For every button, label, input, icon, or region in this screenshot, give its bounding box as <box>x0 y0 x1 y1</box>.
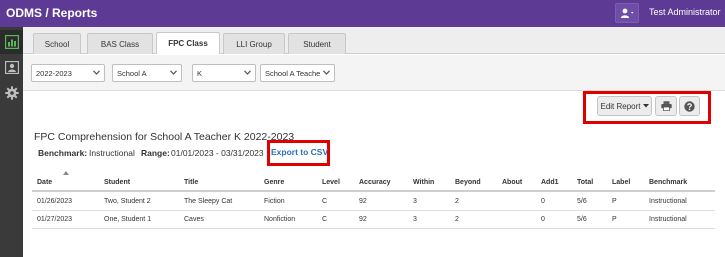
tab-lli-group[interactable]: LLI Group <box>223 33 285 54</box>
sort-ascending-icon <box>63 171 69 175</box>
left-sidebar <box>0 27 23 257</box>
cell-total: 5/6 <box>577 216 587 223</box>
printer-icon <box>660 101 672 111</box>
rail-item-reports[interactable] <box>0 30 23 54</box>
school-select-value: School A <box>117 68 147 78</box>
column-header-label[interactable]: Label <box>612 179 630 186</box>
grade-select-value: K <box>197 68 203 78</box>
column-header-benchmark[interactable]: Benchmark <box>649 179 687 186</box>
column-header-accuracy[interactable]: Accuracy <box>359 179 391 186</box>
top-navbar: ODMS / Reports Test Administrator <box>0 0 725 27</box>
column-header-total[interactable]: Total <box>577 179 593 186</box>
cell-level: C <box>322 216 328 223</box>
tab-school[interactable]: School <box>33 33 81 54</box>
cell-within: 3 <box>413 198 417 205</box>
bar-chart-icon <box>4 35 19 49</box>
cell-benchmark: Instructional <box>649 198 687 205</box>
cell-beyond: 2 <box>455 216 459 223</box>
table-row: 01/26/2023 Two, Student 2 The Sleepy Cat… <box>32 193 715 211</box>
id-card-icon <box>4 60 19 74</box>
year-select-value: 2022-2023 <box>36 68 72 78</box>
column-header-date[interactable]: Date <box>37 179 52 186</box>
report-title: FPC Comprehension for School A Teacher K… <box>34 131 295 143</box>
export-csv-link[interactable]: Export to CSV <box>271 147 328 157</box>
user-menu-button[interactable] <box>615 3 639 23</box>
cell-beyond: 2 <box>455 198 459 205</box>
range-label: Range: <box>141 148 170 158</box>
gear-icon <box>4 86 19 100</box>
edit-report-label: Edit Report <box>600 101 641 111</box>
chevron-down-icon <box>323 70 330 75</box>
column-header-add1[interactable]: Add1 <box>541 179 559 186</box>
teacher-select[interactable]: School A Teache <box>260 64 335 82</box>
column-header-within[interactable]: Within <box>413 179 434 186</box>
edit-report-button[interactable]: Edit Report <box>597 96 652 116</box>
rail-item-students[interactable] <box>0 55 23 79</box>
tab-fpc-class[interactable]: FPC Class <box>156 32 220 54</box>
print-button[interactable] <box>655 96 677 116</box>
help-button[interactable] <box>679 96 700 116</box>
column-header-about[interactable]: About <box>502 179 522 186</box>
user-name[interactable]: Test Administrator <box>649 7 721 17</box>
cell-add1: 0 <box>541 216 545 223</box>
chevron-down-icon <box>170 70 177 75</box>
tab-student[interactable]: Student <box>288 33 346 54</box>
cell-student: Two, Student 2 <box>104 198 151 205</box>
app-title[interactable]: ODMS / Reports <box>6 6 97 20</box>
column-header-title[interactable]: Title <box>184 179 198 186</box>
column-header-student[interactable]: Student <box>104 179 130 186</box>
column-header-level[interactable]: Level <box>322 179 340 186</box>
cell-total: 5/6 <box>577 198 587 205</box>
cell-title: The Sleepy Cat <box>184 198 233 205</box>
column-header-beyond[interactable]: Beyond <box>455 179 481 186</box>
teacher-select-value: School A Teache <box>265 68 321 78</box>
cell-title: Caves <box>184 216 204 223</box>
cell-genre: Fiction <box>264 198 285 205</box>
school-select[interactable]: School A <box>112 64 182 82</box>
benchmark-value: Instructional <box>89 148 135 158</box>
benchmark-label: Benchmark: <box>38 148 88 158</box>
cell-genre: Nonfiction <box>264 216 296 223</box>
column-header-genre[interactable]: Genre <box>264 179 284 186</box>
cell-date: 01/26/2023 <box>37 198 73 205</box>
cell-student: One, Student 1 <box>104 216 152 223</box>
filter-bar: 2022-2023 School A K School A Teache <box>23 55 725 91</box>
user-icon <box>620 8 634 18</box>
chevron-down-icon <box>93 70 100 75</box>
tab-bar: School BAS Class FPC Class LLI Group Stu… <box>23 27 725 54</box>
cell-level: C <box>322 198 328 205</box>
grade-select[interactable]: K <box>192 64 256 82</box>
caret-down-icon <box>642 104 649 108</box>
cell-within: 3 <box>413 216 417 223</box>
cell-benchmark: Instructional <box>649 216 687 223</box>
cell-accuracy: 92 <box>359 216 367 223</box>
year-select[interactable]: 2022-2023 <box>31 64 105 82</box>
cell-date: 01/27/2023 <box>37 216 73 223</box>
range-value: 01/01/2023 - 03/31/2023 <box>171 148 264 158</box>
chevron-down-icon <box>244 70 251 75</box>
cell-label: P <box>612 198 617 205</box>
table-row: 01/27/2023 One, Student 1 Caves Nonficti… <box>32 211 715 229</box>
cell-label: P <box>612 216 617 223</box>
table-header: Date Student Title Genre Level Accuracy … <box>32 171 715 192</box>
question-circle-icon <box>684 100 695 112</box>
rail-item-settings[interactable] <box>0 81 23 105</box>
cell-accuracy: 92 <box>359 198 367 205</box>
main-content: School BAS Class FPC Class LLI Group Stu… <box>23 27 725 257</box>
cell-add1: 0 <box>541 198 545 205</box>
tab-bas-class[interactable]: BAS Class <box>87 33 153 54</box>
